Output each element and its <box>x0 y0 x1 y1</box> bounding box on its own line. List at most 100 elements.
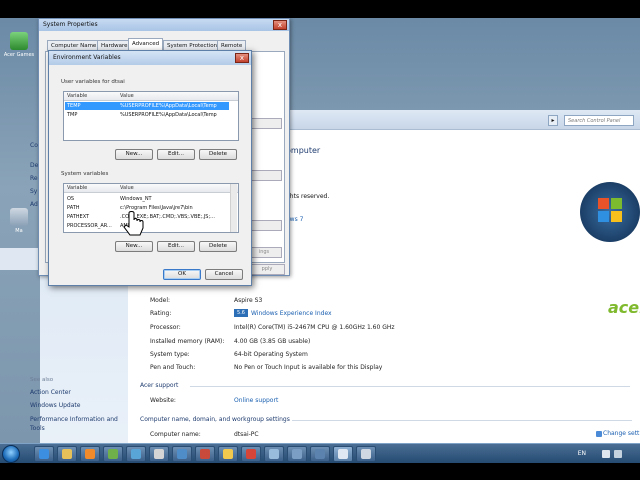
close-icon[interactable]: x <box>235 53 249 63</box>
list-item[interactable]: OS Windows_NT <box>65 195 229 203</box>
ram-label: Installed memory (RAM): <box>150 338 225 345</box>
network-icon[interactable] <box>602 450 610 458</box>
system-type-value: 64-bit Operating System <box>234 351 308 358</box>
performance-info-link[interactable]: Performance Information and Tools <box>30 415 118 433</box>
acer-games-icon <box>10 32 28 50</box>
online-support-link[interactable]: Online support <box>234 397 278 404</box>
pen-touch-label: Pen and Touch: <box>150 364 196 371</box>
model-value: Aspire S3 <box>234 297 263 304</box>
taskbar-app-button[interactable] <box>126 446 146 462</box>
experience-index-badge: 5.6 <box>234 309 248 317</box>
acer-support-heading: Acer support <box>140 382 179 389</box>
column-header-value[interactable]: Value <box>120 185 134 191</box>
user-variables-label: User variables for dtsai <box>61 79 125 85</box>
taskbar-media-button[interactable] <box>80 446 100 462</box>
environment-variables-dialog: Environment Variables x User variables f… <box>48 50 252 286</box>
see-also-heading: See also <box>30 377 54 383</box>
computer-name-heading: Computer name, domain, and workgroup set… <box>140 416 290 423</box>
change-settings-link[interactable]: Change sett <box>596 430 639 437</box>
search-input[interactable]: Search Control Panel <box>564 115 634 126</box>
close-icon[interactable]: x <box>273 20 287 30</box>
experience-index-link[interactable]: Windows Experience Index <box>251 310 332 317</box>
app-icon <box>131 449 141 459</box>
taskbar-app-button[interactable] <box>356 446 376 462</box>
action-center-link[interactable]: Action Center <box>30 389 118 396</box>
user-new-button[interactable]: New... <box>115 149 153 160</box>
variable-name: TMP <box>67 112 78 118</box>
column-header-variable[interactable]: Variable <box>67 93 87 99</box>
letterbox-bar <box>0 463 640 480</box>
taskbar-app-button[interactable] <box>149 446 169 462</box>
folder-icon <box>62 449 72 459</box>
acer-games-shortcut[interactable]: Acer Games <box>2 32 36 58</box>
list-item[interactable]: PROCESSOR_AR... AMD64 <box>65 222 229 230</box>
taskbar-app-button[interactable] <box>264 446 284 462</box>
app-icon <box>269 449 279 459</box>
model-label: Model: <box>150 297 171 304</box>
divider <box>190 386 630 387</box>
taskbar-app-button[interactable] <box>218 446 238 462</box>
refresh-icon[interactable]: ▸ <box>548 115 558 126</box>
language-indicator[interactable]: EN <box>578 450 586 457</box>
desktop-shortcut[interactable]: Ma <box>2 208 36 234</box>
system-properties-title: System Properties <box>39 19 289 31</box>
website-label: Website: <box>150 397 176 404</box>
scrollbar[interactable] <box>230 184 237 232</box>
list-item[interactable]: PATH c:\Program Files\Java\jre7\bin <box>65 204 229 212</box>
system-variables-label: System variables <box>61 171 109 177</box>
user-delete-button[interactable]: Delete <box>199 149 237 160</box>
system-delete-button[interactable]: Delete <box>199 241 237 252</box>
variable-value: %USERPROFILE%\AppData\Local\Temp <box>120 103 217 109</box>
app-icon <box>108 449 118 459</box>
taskbar: EN <box>0 443 640 463</box>
system-new-button[interactable]: New... <box>115 241 153 252</box>
taskbar-ie-button[interactable] <box>34 446 54 462</box>
app-icon <box>361 449 371 459</box>
desktop-partial-window <box>0 248 38 270</box>
copyright-fragment: ghts reserved. <box>286 193 330 200</box>
taskbar-app-button[interactable] <box>195 446 215 462</box>
computer-name-label: Computer name: <box>150 431 201 438</box>
variable-name: PATHEXT <box>67 214 90 220</box>
windows-logo-icon <box>580 182 640 242</box>
taskbar-explorer-button[interactable] <box>57 446 77 462</box>
start-button[interactable] <box>2 445 20 463</box>
taskbar-app-button[interactable] <box>103 446 123 462</box>
taskbar-app-button[interactable] <box>241 446 261 462</box>
variable-name: PATH <box>67 205 80 211</box>
acer-logo: acer <box>608 298 640 317</box>
taskbar-control-panel-button[interactable] <box>333 446 353 462</box>
ram-value: 4.00 GB (3.85 GB usable) <box>234 338 311 345</box>
edition-heading-fragment: omputer <box>286 146 321 155</box>
list-item[interactable]: TMP %USERPROFILE%\AppData\Local\Temp <box>65 111 229 119</box>
acer-games-label: Acer Games <box>3 52 35 58</box>
shield-icon <box>596 430 602 437</box>
taskbar-app-button[interactable] <box>287 446 307 462</box>
column-header-value[interactable]: Value <box>120 93 134 99</box>
environment-variables-title: Environment Variables <box>49 51 251 65</box>
system-edit-button[interactable]: Edit... <box>157 241 195 252</box>
user-variables-list[interactable]: Variable Value TEMP %USERPROFILE%\AppDat… <box>63 91 239 141</box>
apply-button[interactable]: pply <box>249 264 285 275</box>
change-settings-label: Change sett <box>603 430 640 437</box>
taskbar-app-button[interactable] <box>310 446 330 462</box>
processor-label: Processor: <box>150 324 181 331</box>
taskbar-app-button[interactable] <box>172 446 192 462</box>
system-variables-list[interactable]: Variable Value OS Windows_NT PATH c:\Pro… <box>63 183 239 233</box>
column-header-variable[interactable]: Variable <box>67 185 87 191</box>
app-icon <box>177 449 187 459</box>
variable-name: OS <box>67 196 75 202</box>
app-icon <box>292 449 302 459</box>
ok-button[interactable]: OK <box>163 269 201 280</box>
rating-label: Rating: <box>150 310 172 317</box>
windows-update-link[interactable]: Windows Update <box>30 402 118 409</box>
cancel-button[interactable]: Cancel <box>205 269 243 280</box>
variable-value: %USERPROFILE%\AppData\Local\Temp <box>120 112 217 118</box>
user-edit-button[interactable]: Edit... <box>157 149 195 160</box>
list-header: Variable Value <box>64 92 238 101</box>
volume-icon[interactable] <box>614 450 622 458</box>
list-item[interactable]: PATHEXT .COM;.EXE;.BAT;.CMD;.VBS;.VBE;.J… <box>65 213 229 221</box>
list-header: Variable Value <box>64 184 238 193</box>
app-icon <box>200 449 210 459</box>
list-item[interactable]: TEMP %USERPROFILE%\AppData\Local\Temp <box>65 102 229 110</box>
